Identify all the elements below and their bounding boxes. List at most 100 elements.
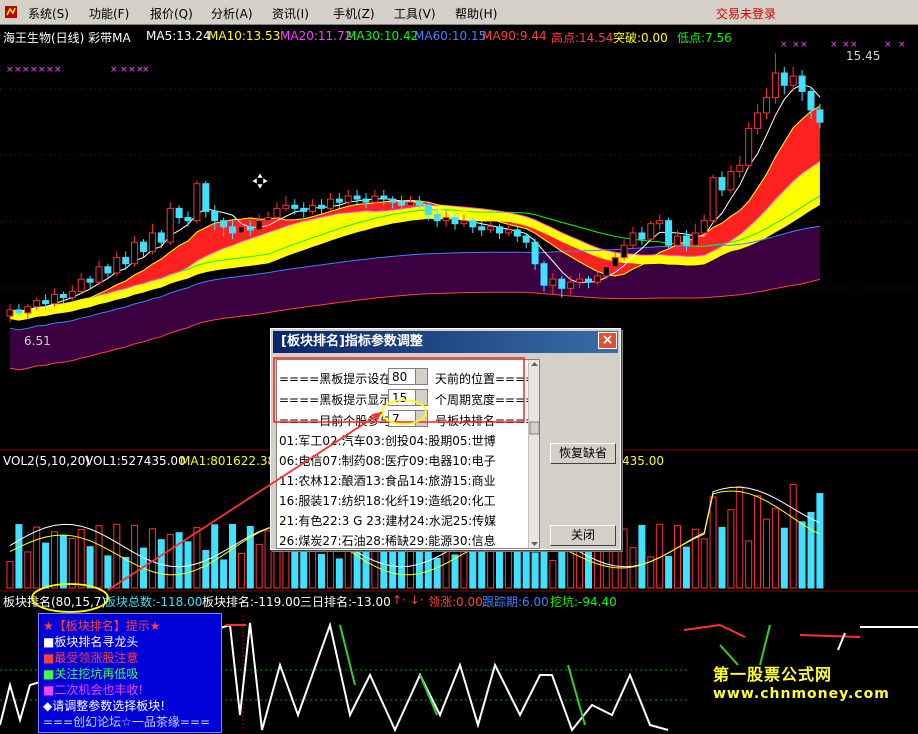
candle [42, 300, 50, 305]
volume-bar [229, 523, 236, 589]
param-days-stepper[interactable]: 80 [388, 368, 428, 385]
volume-bar [763, 518, 770, 589]
volume-bar [255, 543, 263, 589]
ma5-legend: MA5:13.24 [146, 29, 211, 43]
scrollbar-arrows-icon [529, 362, 539, 546]
candle [424, 204, 432, 215]
spinner-arrows-icon[interactable] [415, 369, 427, 384]
candle [638, 232, 646, 240]
indicator-up-down: ↑· ↓· [392, 593, 424, 607]
candle [389, 198, 397, 203]
param-value: 15 [392, 391, 408, 405]
menu-item-1[interactable]: 功能(F) [89, 5, 129, 22]
candle [326, 198, 334, 209]
vol-tail-legend: 435.00 [622, 454, 664, 468]
volume-bar [718, 526, 726, 589]
candle [682, 235, 690, 246]
menu-item-5[interactable]: 手机(Z) [333, 5, 375, 22]
close-button[interactable]: 关闭 [550, 525, 616, 546]
candle [398, 201, 406, 206]
param-width-stepper[interactable]: 15 [388, 389, 428, 406]
restore-default-button[interactable]: 恢复缺省 [550, 443, 616, 464]
volume-bar [59, 534, 67, 589]
candle [745, 127, 753, 166]
candle [175, 207, 183, 219]
ma20-legend: MA20:11.72 [280, 29, 353, 43]
volume-bar [95, 525, 103, 589]
volume-bar [433, 557, 441, 589]
volume-bar [629, 547, 637, 589]
low-legend: 低点:7.56 [677, 31, 732, 45]
candle [496, 226, 503, 234]
param-suffix: 号板块排名==== [435, 414, 536, 428]
volume-bar [736, 486, 744, 589]
volume-bar [798, 521, 806, 589]
indicator-rank: 板块排名:-119.00 [202, 595, 301, 609]
marker-cross: × [800, 40, 808, 50]
indicator-segment-red [226, 624, 861, 638]
spinner-arrows-icon[interactable] [415, 411, 427, 426]
volume-bar [6, 560, 14, 589]
marker-cross: × [22, 65, 30, 75]
info-line: ◆请调整参数选择板块! [43, 699, 166, 713]
volume-bar [620, 528, 628, 589]
candle [576, 278, 584, 283]
candle [709, 177, 717, 222]
menu-item-7[interactable]: 帮助(H) [455, 5, 497, 22]
candle [318, 204, 325, 209]
volume-bar [549, 559, 557, 589]
candle [15, 309, 23, 314]
menu-item-6[interactable]: 工具(V) [394, 5, 436, 22]
candle [549, 278, 557, 286]
menu-bar: 系统(S) 功能(F) 报价(Q) 分析(A) 资讯(I) 手机(Z) 工具(V) 帮助(H)… [0, 0, 918, 25]
info-line: ■最受领涨股注意 [43, 651, 139, 665]
candle [629, 232, 637, 246]
candle [736, 164, 744, 172]
candle [433, 213, 441, 222]
candle [567, 281, 575, 289]
volume-bar [113, 523, 121, 589]
spinner-arrows-icon[interactable] [415, 390, 427, 405]
params-scrollbar[interactable] [528, 360, 539, 548]
candle [362, 198, 370, 203]
sector-line: 21:有色22:3 G 23:建材24:水泥25:传媒 [279, 514, 497, 528]
param-sector-stepper[interactable]: 7 [388, 410, 428, 427]
volume-legend-name: VOL2(5,10,20) [3, 454, 90, 468]
volume-bar [166, 533, 174, 589]
volume-bar [175, 532, 183, 589]
candle [727, 170, 735, 191]
candle [255, 220, 263, 231]
candle [656, 220, 664, 225]
volume-bar [789, 483, 797, 589]
menu-item-3[interactable]: 分析(A) [211, 5, 253, 22]
indicator-line [837, 626, 918, 651]
volume-bar [104, 555, 112, 589]
candle [335, 198, 343, 203]
param-row: ====黑板提示设在: 80 天前的位置==== [277, 368, 539, 386]
candle [602, 266, 610, 277]
volume-bar [193, 527, 201, 589]
breakout-legend: 突破:0.00 [613, 31, 668, 45]
candle [451, 217, 459, 225]
ma60-legend: MA60:10.15 [414, 29, 487, 43]
sector-line: 06:电信07:制药08:医疗09:电器10:电子 [279, 454, 496, 468]
candle [77, 278, 85, 292]
volume-bar [700, 538, 708, 589]
candle [771, 72, 779, 99]
candle [691, 232, 699, 246]
login-status[interactable]: 交易未登录 [716, 5, 776, 22]
candle [816, 109, 824, 123]
close-icon[interactable]: × [598, 332, 617, 349]
volume-bar [745, 540, 753, 589]
indicator-name[interactable]: 板块排名(80,15,7) [3, 593, 106, 610]
menu-item-4[interactable]: 资讯(I) [272, 5, 309, 22]
candle [460, 220, 468, 225]
candle [442, 217, 450, 222]
candle [780, 72, 788, 86]
vol1-legend: VOL1:527435.00 [85, 454, 186, 468]
volume-bar [567, 550, 575, 589]
param-row: ====黑板提示显示: 15 个周期宽度==== [277, 389, 539, 407]
menu-item-2[interactable]: 报价(Q) [150, 5, 193, 22]
menu-item-0[interactable]: 系统(S) [28, 5, 69, 22]
dialog-title[interactable]: [板块排名]指标参数调整 [273, 331, 618, 353]
